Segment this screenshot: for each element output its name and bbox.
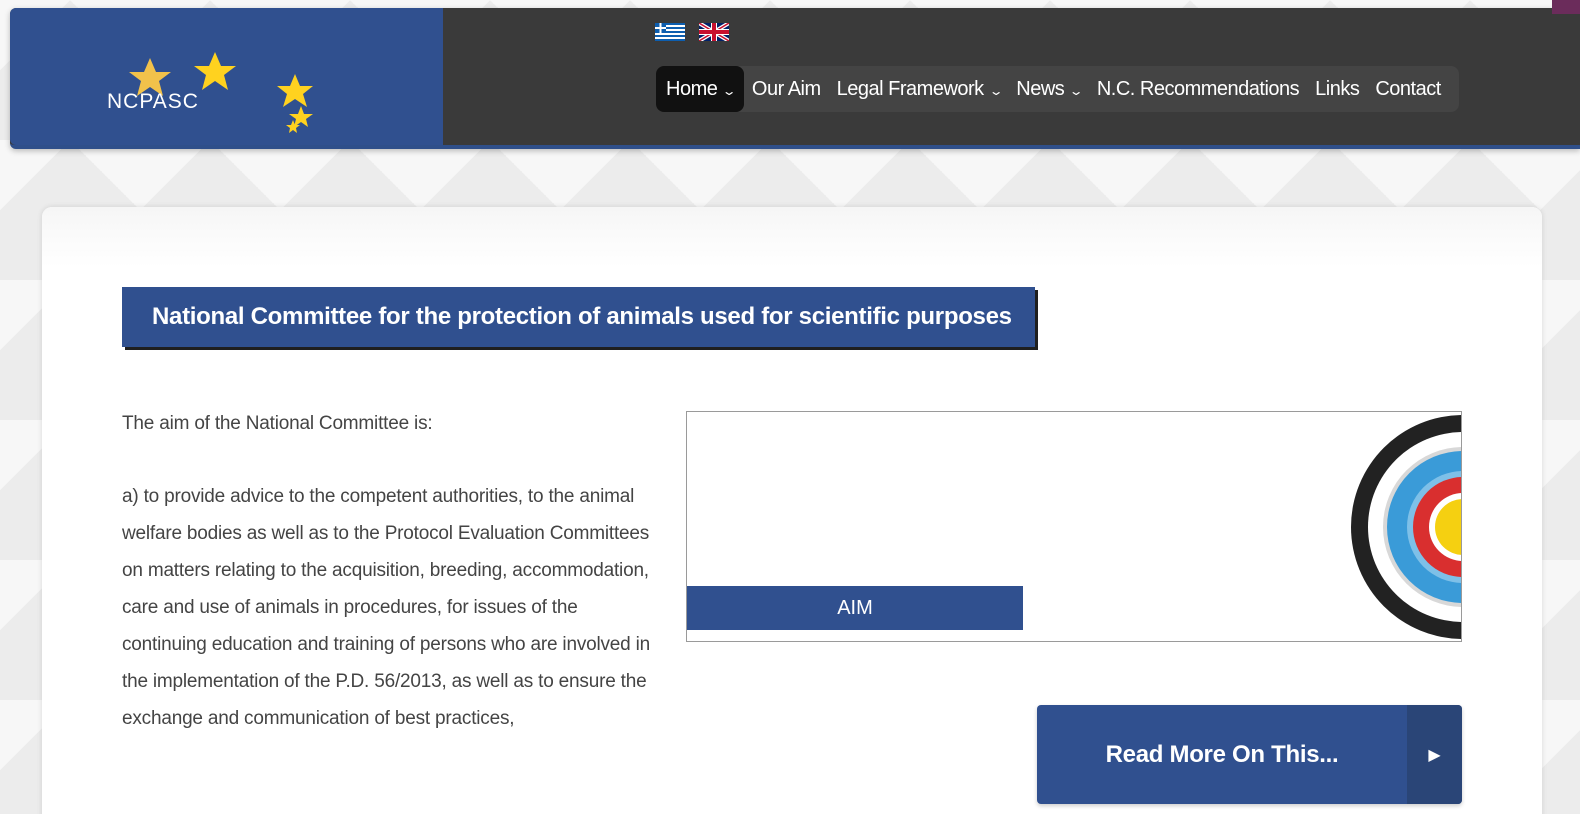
- language-switcher: [655, 23, 729, 41]
- main-nav: Home ⌄ Our Aim Legal Framework ⌄ News ⌄ …: [656, 66, 1459, 112]
- nav-item-label: News: [1016, 77, 1065, 100]
- nav-item-label: N.C. Recommendations: [1096, 77, 1300, 100]
- ncpasc-logo[interactable]: NCPASC: [105, 46, 335, 136]
- page-title: National Committee for the protection of…: [122, 287, 1035, 347]
- nav-item-label: Home: [666, 77, 718, 100]
- nav-item-legal-framework[interactable]: Legal Framework ⌄: [829, 66, 1009, 112]
- play-arrow-icon: ▶: [1407, 705, 1462, 804]
- nav-item-label: Links: [1315, 77, 1360, 100]
- chevron-down-icon: ⌄: [988, 84, 1003, 98]
- nav-item-label: Contact: [1375, 77, 1441, 100]
- read-more-label: Read More On This...: [1105, 740, 1339, 768]
- nav-item-nc-recommendations[interactable]: N.C. Recommendations: [1089, 66, 1307, 112]
- site-header: NCPASC Home ⌄ Our Aim Legal Framework ⌄ …: [10, 8, 1580, 149]
- content-card: National Committee for the protection of…: [42, 207, 1542, 814]
- aim-label: AIM: [687, 586, 1023, 630]
- corner-accent: [1552, 0, 1580, 14]
- aim-banner-image[interactable]: AIM: [686, 411, 1462, 642]
- chevron-down-icon: ⌄: [1068, 84, 1084, 98]
- intro-text: The aim of the National Committee is:: [122, 413, 433, 434]
- nav-item-label: Legal Framework: [836, 77, 985, 100]
- logo-panel: NCPASC: [10, 8, 443, 145]
- greek-flag-icon[interactable]: [655, 23, 685, 41]
- chevron-down-icon: ⌄: [721, 84, 737, 98]
- logo-text: NCPASC: [107, 90, 199, 113]
- uk-flag-icon[interactable]: [699, 23, 729, 41]
- aim-description: The aim of the National Committee is: a)…: [122, 405, 667, 737]
- nav-item-home[interactable]: Home ⌄: [656, 66, 744, 112]
- nav-item-news[interactable]: News ⌄: [1008, 66, 1089, 112]
- nav-item-contact[interactable]: Contact: [1367, 66, 1448, 112]
- nav-item-label: Our Aim: [751, 77, 821, 100]
- aim-paragraph-a: a) to provide advice to the competent au…: [122, 486, 651, 729]
- nav-item-links[interactable]: Links: [1307, 66, 1367, 112]
- card-top-fade: [42, 207, 1542, 267]
- read-more-button[interactable]: Read More On This... ▶: [1037, 705, 1462, 804]
- nav-item-our-aim[interactable]: Our Aim: [744, 66, 829, 112]
- target-icon: [1351, 415, 1461, 639]
